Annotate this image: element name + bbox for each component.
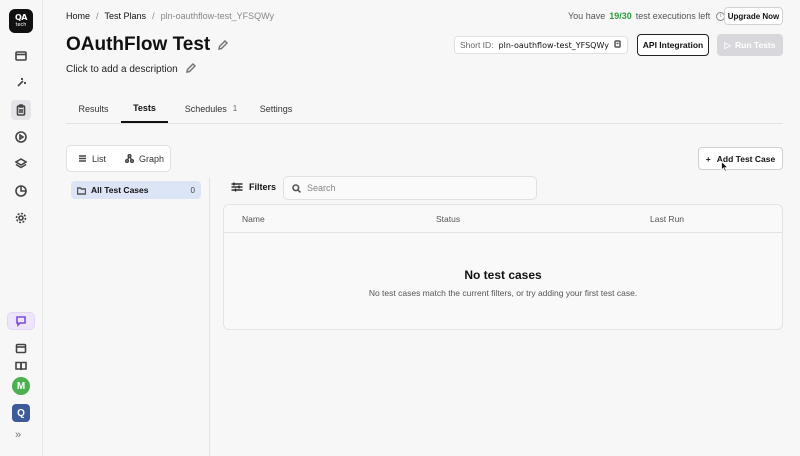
- pie-chart-icon: [15, 185, 27, 197]
- sidebar-item-analytics[interactable]: [11, 181, 31, 201]
- sliders-icon: [231, 182, 243, 192]
- folder-pane: All Test Cases 0: [66, 178, 210, 456]
- executions-prefix: You have: [568, 11, 606, 21]
- sidebar-item-layers[interactable]: [11, 154, 31, 174]
- test-cases-table: Name Status Last Run No test cases No te…: [223, 204, 783, 330]
- copy-icon[interactable]: [614, 40, 622, 50]
- search-input[interactable]: [307, 183, 507, 193]
- short-id-value: pln-oauthflow-test_YFSQWy: [498, 40, 609, 50]
- breadcrumb-test-plans[interactable]: Test Plans: [105, 11, 147, 21]
- column-header-status[interactable]: Status: [436, 214, 460, 224]
- breadcrumb-home[interactable]: Home: [66, 11, 90, 21]
- list-view-button[interactable]: List: [70, 149, 115, 168]
- add-test-case-button[interactable]: + Add Test Case: [698, 147, 783, 170]
- list-icon: [79, 155, 86, 162]
- plan-title-text: OAuthFlow Test: [66, 34, 211, 55]
- folder-all-test-cases[interactable]: All Test Cases 0: [71, 181, 201, 199]
- folder-icon: [77, 186, 86, 195]
- upgrade-now-button[interactable]: Upgrade Now: [724, 7, 783, 25]
- sparkle-icon: [17, 78, 26, 87]
- tab-tests[interactable]: Tests: [121, 94, 168, 123]
- chat-bubble-icon: [16, 316, 26, 327]
- graph-view-button[interactable]: Graph: [117, 149, 172, 168]
- filters-button[interactable]: Filters: [231, 182, 276, 192]
- api-integration-button[interactable]: API Integration: [637, 34, 709, 56]
- run-tests-label: Run Tests: [735, 40, 776, 50]
- page-title: OAuthFlow Test: [66, 34, 229, 56]
- clipboard-icon: [16, 104, 26, 116]
- column-header-name[interactable]: Name: [242, 214, 265, 224]
- user-avatar[interactable]: M: [12, 377, 30, 395]
- graph-icon: [125, 154, 135, 163]
- play-circle-icon: [15, 131, 27, 143]
- tab-schedules[interactable]: Schedules 1: [176, 94, 246, 123]
- sidebar-item-settings[interactable]: [11, 208, 31, 228]
- mouse-cursor-icon: [721, 161, 729, 172]
- sidebar-item-runs[interactable]: [11, 127, 31, 147]
- empty-state-title: No test cases: [464, 268, 542, 282]
- run-tests-button[interactable]: ▷ Run Tests: [717, 34, 783, 56]
- short-id-label: Short ID:: [460, 40, 494, 50]
- breadcrumb-current: pln-oauthflow-test_YFSQWy: [160, 11, 275, 21]
- sidebar-item-browser[interactable]: [11, 46, 31, 66]
- breadcrumb: Home / Test Plans / pln-oauthflow-test_Y…: [66, 11, 274, 21]
- sidebar-chat-button[interactable]: [7, 312, 35, 330]
- tab-label: Results: [78, 103, 109, 114]
- sidebar-item-calendar[interactable]: [11, 338, 31, 358]
- play-icon: ▷: [724, 39, 732, 50]
- tab-label: Schedules: [184, 103, 227, 114]
- edit-title-icon[interactable]: [218, 34, 229, 56]
- tab-results[interactable]: Results: [66, 94, 121, 123]
- browser-window-icon: [15, 51, 27, 61]
- plus-icon: +: [705, 153, 711, 164]
- breadcrumb-separator: /: [96, 11, 99, 21]
- folder-label: All Test Cases: [91, 185, 149, 195]
- executions-count: 19/30: [609, 11, 632, 21]
- empty-state-subtitle: No test cases match the current filters,…: [368, 288, 638, 298]
- sidebar-item-test-plans[interactable]: [11, 100, 31, 120]
- gear-icon: [15, 212, 27, 224]
- schedules-count-badge: 1: [232, 104, 238, 113]
- plan-description[interactable]: Click to add a description: [66, 62, 196, 76]
- expand-sidebar-icon[interactable]: »: [15, 429, 21, 441]
- table-header: Name Status Last Run: [224, 205, 782, 233]
- tab-bar: Results Tests Schedules 1 Settings: [66, 94, 783, 124]
- sidebar: QA tech M Q »: [0, 0, 43, 456]
- tab-label: Settings: [259, 103, 293, 114]
- tab-label: Tests: [133, 102, 156, 113]
- book-icon: [15, 361, 27, 371]
- edit-description-icon[interactable]: [185, 62, 196, 76]
- search-box: [283, 176, 537, 200]
- calendar-icon: [15, 343, 27, 354]
- graph-label: Graph: [139, 153, 165, 164]
- view-toggle: List Graph: [66, 145, 171, 172]
- layers-icon: [15, 158, 27, 169]
- list-label: List: [92, 153, 107, 164]
- sidebar-item-docs[interactable]: [11, 356, 31, 376]
- folder-count: 0: [190, 185, 195, 195]
- executions-left: You have 19/30 test executions left i: [568, 11, 726, 21]
- column-header-last-run[interactable]: Last Run: [650, 214, 684, 224]
- executions-suffix: test executions left: [635, 11, 711, 21]
- sidebar-item-magic[interactable]: [11, 73, 31, 93]
- breadcrumb-separator: /: [152, 11, 155, 21]
- plan-description-text: Click to add a description: [66, 64, 178, 75]
- tab-settings[interactable]: Settings: [256, 94, 296, 123]
- short-id-field: Short ID: pln-oauthflow-test_YFSQWy: [454, 36, 628, 54]
- search-icon: [292, 183, 301, 193]
- qa-tech-logo[interactable]: QA tech: [9, 9, 33, 33]
- workspace-avatar[interactable]: Q: [12, 404, 30, 422]
- filters-label: Filters: [249, 182, 277, 192]
